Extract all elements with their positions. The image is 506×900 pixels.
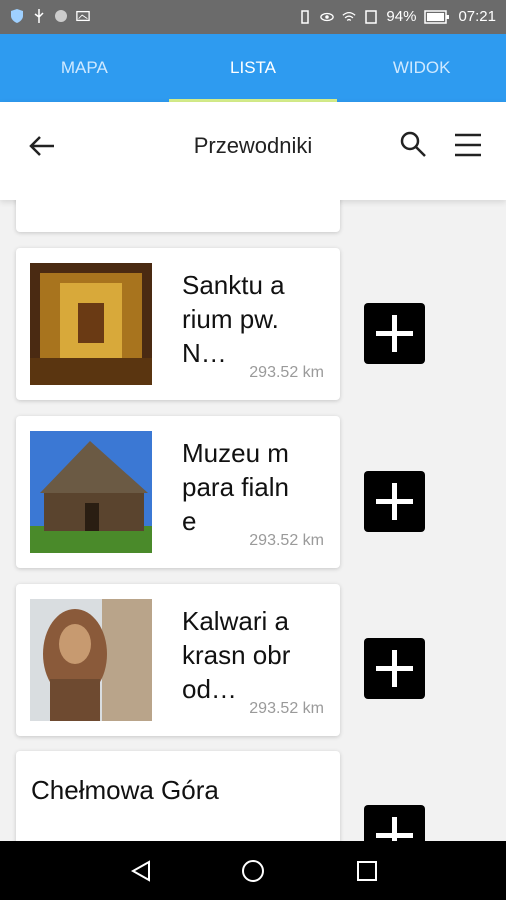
item-thumbnail: [30, 263, 152, 385]
gallery-icon: [76, 10, 90, 22]
toolbar: Przewodniki: [0, 102, 506, 200]
add-button[interactable]: [364, 303, 425, 364]
list-item[interactable]: Muzeu m para fialne 293.52 km: [16, 416, 340, 568]
tab-bar: MAPA LISTA WIDOK: [0, 34, 506, 102]
wifi-icon: [342, 11, 356, 21]
list-item[interactable]: Kalwari a krasn obrod… 293.52 km: [16, 584, 340, 736]
item-distance: 293.52 km: [249, 532, 324, 549]
tab-widok[interactable]: WIDOK: [337, 34, 506, 102]
add-button[interactable]: [364, 471, 425, 532]
item-distance: 293.52 km: [249, 700, 324, 717]
item-name: Sanktu arium pw. N…: [182, 270, 285, 368]
usb-icon: [34, 9, 44, 23]
nav-recents-icon[interactable]: [355, 859, 379, 883]
item-name: Kalwari a krasn obrod…: [182, 606, 291, 704]
sim-icon: [365, 9, 378, 24]
item-name: Muzeu m para fialne: [182, 438, 289, 536]
item-distance: 293.52 km: [249, 364, 324, 381]
tab-mapa[interactable]: MAPA: [0, 34, 169, 102]
nav-home-icon[interactable]: [241, 859, 265, 883]
app-icon: [55, 10, 67, 22]
item-thumbnail: [30, 431, 152, 553]
item-name: Chełmowa Góra: [31, 775, 219, 805]
shield-icon: [11, 9, 23, 23]
tab-lista[interactable]: LISTA: [168, 34, 338, 102]
page-title: Przewodniki: [193, 133, 313, 158]
vibrate-icon: [301, 9, 310, 24]
search-icon[interactable]: [398, 129, 428, 159]
eye-icon: [320, 12, 335, 21]
battery-percent: 94%: [386, 8, 417, 25]
guide-list: Sanktu arium pw. N… 293.52 km Muzeu m pa…: [0, 200, 506, 841]
nav-back-icon[interactable]: [129, 859, 153, 883]
item-thumbnail: [30, 599, 152, 721]
battery-icon: [424, 9, 450, 24]
system-nav-bar: [0, 841, 506, 900]
clock: 07:21: [458, 8, 496, 25]
list-item[interactable]: Sanktu arium pw. N… 293.52 km: [16, 248, 340, 400]
list-item[interactable]: Chełmowa Góra: [16, 751, 340, 841]
list-item[interactable]: [16, 200, 340, 232]
status-bar: 94% 07:21: [0, 0, 506, 34]
add-button[interactable]: [364, 638, 425, 699]
menu-icon[interactable]: [453, 130, 483, 160]
add-button[interactable]: [364, 805, 425, 841]
